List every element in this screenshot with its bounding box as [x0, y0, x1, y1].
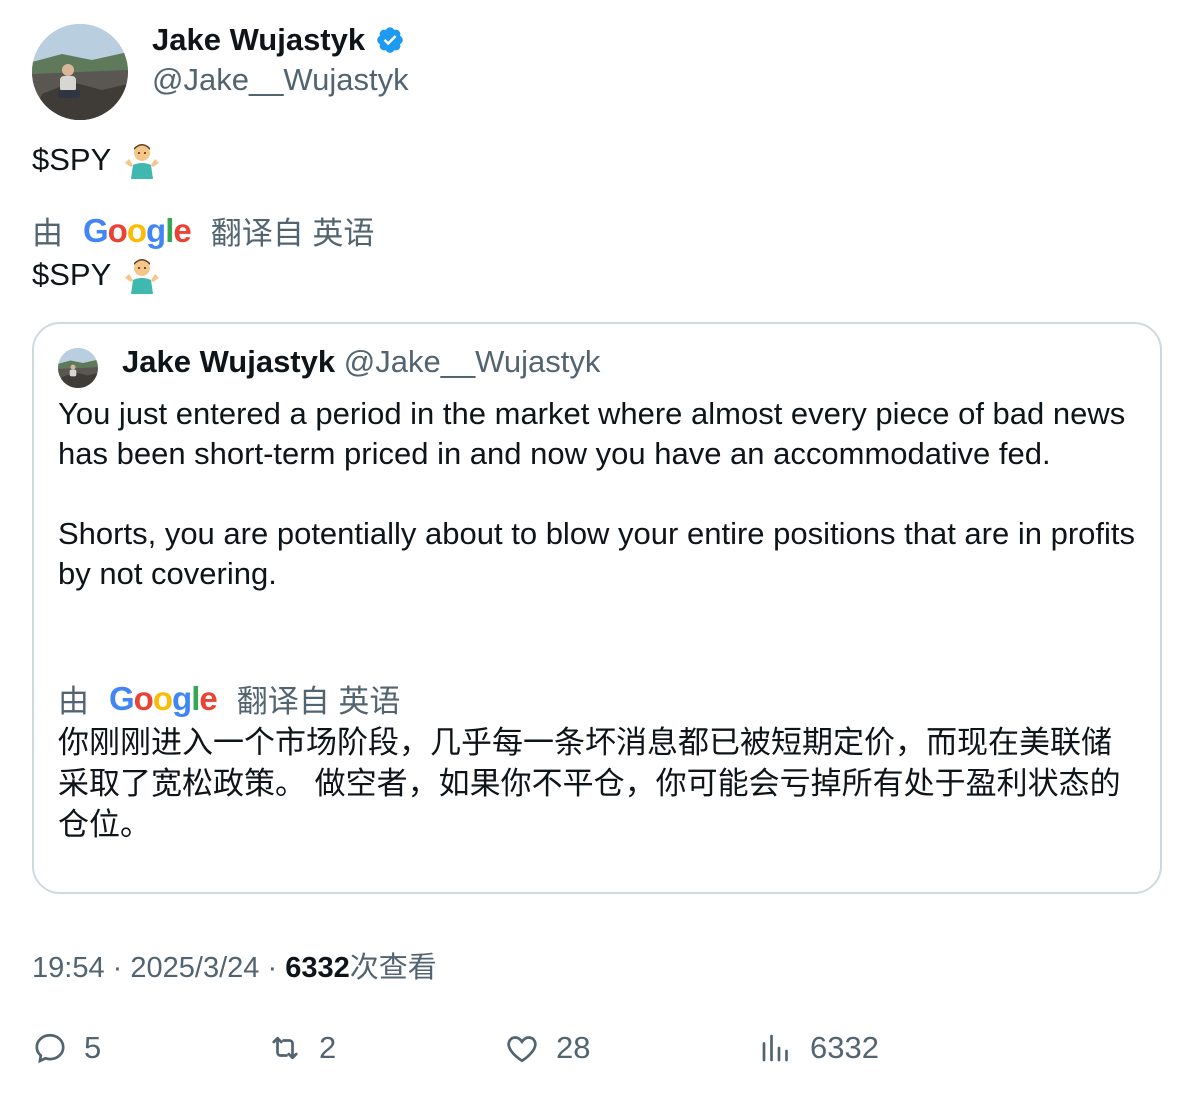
quoted-author-name[interactable]: Jake Wujastyk	[122, 344, 335, 379]
tweet-text: $SPY	[32, 141, 161, 179]
quoted-header: Jake Wujastyk @Jake__Wujastyk	[122, 344, 600, 380]
author-name-text: Jake Wujastyk	[152, 22, 366, 57]
translation-suffix: 翻译自 英语	[210, 216, 375, 251]
like-count: 28	[556, 1030, 591, 1065]
quoted-translation-attribution: 由 Google 翻译自 英语	[58, 676, 400, 721]
quoted-translated-text: 你刚刚进入一个市场阶段，几乎每一条坏消息都已被短期定价，而现在美联储采取了宽松政…	[58, 725, 1121, 842]
views-button[interactable]: 6332	[758, 1030, 879, 1066]
quoted-author-handle[interactable]: @Jake__Wujastyk	[344, 344, 601, 379]
tweet-meta: 19:54 · 2025/3/24 · 6332次查看	[32, 944, 437, 986]
retweet-icon	[272, 1036, 298, 1060]
reply-count: 5	[84, 1030, 102, 1065]
translation-prefix: 由	[32, 216, 63, 251]
tweet-date[interactable]: 2025/3/24	[130, 952, 259, 984]
analytics-icon	[762, 1034, 788, 1062]
avatar-photo	[58, 348, 98, 388]
reply-icon	[35, 1033, 65, 1064]
views-label: 次查看	[349, 952, 437, 984]
person-shrugging-emoji-icon	[123, 256, 161, 294]
views-count: 6332	[285, 952, 350, 984]
quoted-paragraph-2: Shorts, you are potentially about to blo…	[58, 516, 1135, 591]
like-button[interactable]: 28	[504, 1030, 590, 1066]
retweet-count: 2	[319, 1030, 337, 1065]
google-logo: Google	[109, 679, 218, 717]
verified-badge-icon	[375, 25, 405, 55]
google-logo: Google	[83, 211, 192, 249]
retweet-button[interactable]: 2	[267, 1030, 336, 1066]
tweet-translated-text: $SPY	[32, 256, 161, 294]
author-name[interactable]: Jake Wujastyk	[152, 22, 405, 58]
author-avatar[interactable]	[32, 24, 128, 120]
translation-attribution: 由 Google 翻译自 英语	[32, 208, 374, 253]
tweet-time[interactable]: 19:54	[32, 952, 105, 984]
translation-prefix: 由	[58, 684, 89, 719]
quoted-tweet-card[interactable]: Jake Wujastyk @Jake__Wujastyk You just e…	[32, 322, 1162, 894]
avatar-photo	[32, 24, 128, 120]
tweet-text-content: $SPY	[32, 142, 112, 177]
author-handle[interactable]: @Jake__Wujastyk	[152, 62, 409, 98]
person-shrugging-emoji-icon	[123, 141, 161, 179]
meta-separator: ·	[267, 952, 278, 984]
quoted-tweet-body: You just entered a period in the market …	[58, 394, 1138, 594]
quoted-paragraph-1: You just entered a period in the market …	[58, 396, 1126, 471]
heart-icon	[507, 1036, 537, 1063]
reply-button[interactable]: 5	[32, 1030, 101, 1066]
translation-suffix: 翻译自 英语	[236, 684, 401, 719]
quoted-author-avatar[interactable]	[58, 348, 98, 388]
views-action-count: 6332	[810, 1030, 879, 1065]
meta-separator: ·	[112, 952, 123, 984]
tweet-translated-content: $SPY	[32, 257, 112, 292]
